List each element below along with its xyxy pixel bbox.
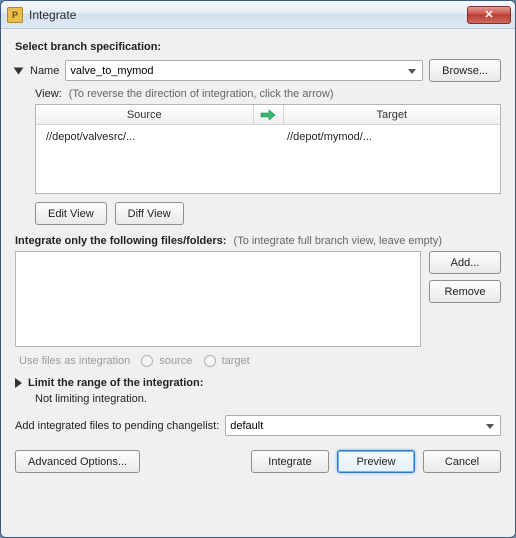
changelist-value: default — [230, 420, 263, 432]
col-source[interactable]: Source — [36, 105, 254, 124]
changelist-row: Add integrated files to pending changeli… — [15, 415, 501, 436]
reverse-direction-button[interactable] — [254, 105, 284, 124]
view-buttons: Edit View Diff View — [35, 202, 501, 225]
radio-target-label: target — [222, 355, 250, 367]
files-buttons: Add... Remove — [429, 251, 501, 303]
branch-name-combo[interactable]: valve_to_mymod — [65, 60, 423, 81]
view-label: View: — [35, 88, 62, 100]
branch-view-table: Source Target //depot/valvesrc/... //dep… — [35, 104, 501, 194]
limit-heading: Limit the range of the integration: — [28, 377, 203, 389]
cell-source: //depot/valvesrc/... — [42, 129, 253, 145]
close-button[interactable]: ✕ — [467, 6, 511, 24]
limit-heading-row: Limit the range of the integration: — [15, 377, 501, 389]
view-row: View: (To reverse the direction of integ… — [35, 88, 501, 100]
branch-disclosure-icon[interactable] — [14, 67, 24, 74]
changelist-combo[interactable]: default — [225, 415, 501, 436]
radio-target — [204, 355, 216, 367]
diff-view-button[interactable]: Diff View — [115, 202, 184, 225]
cancel-button[interactable]: Cancel — [423, 450, 501, 473]
files-group: Add... Remove — [15, 251, 501, 347]
branch-name-label: Name — [30, 65, 59, 77]
radio-source — [141, 355, 153, 367]
col-target[interactable]: Target — [284, 105, 501, 124]
integrate-button[interactable]: Integrate — [251, 450, 329, 473]
dialog-button-row: Advanced Options... Integrate Preview Ca… — [15, 450, 501, 473]
table-row[interactable]: //depot/valvesrc/... //depot/mymod/... — [42, 129, 494, 145]
cell-arrow — [253, 129, 283, 145]
changelist-label: Add integrated files to pending changeli… — [15, 420, 219, 432]
remove-file-button[interactable]: Remove — [429, 280, 501, 303]
window-title: Integrate — [29, 8, 467, 22]
advanced-options-button[interactable]: Advanced Options... — [15, 450, 140, 473]
branch-spec-heading: Select branch specification: — [15, 41, 501, 53]
use-files-as-row: Use files as integration source target — [19, 355, 501, 367]
limit-status: Not limiting integration. — [35, 393, 501, 405]
table-body: //depot/valvesrc/... //depot/mymod/... — [36, 125, 500, 193]
view-hint: (To reverse the direction of integration… — [69, 88, 334, 100]
files-listbox[interactable] — [15, 251, 421, 347]
browse-button[interactable]: Browse... — [429, 59, 501, 82]
close-icon: ✕ — [484, 8, 493, 21]
radio-source-label: source — [159, 355, 192, 367]
branch-name-value: valve_to_mymod — [70, 65, 153, 77]
app-icon: P — [7, 7, 23, 23]
dialog-content: Select branch specification: Name valve_… — [1, 29, 515, 537]
cell-target: //depot/mymod/... — [283, 129, 494, 145]
limit-disclosure-icon[interactable] — [15, 378, 22, 388]
arrow-right-icon — [260, 109, 276, 121]
use-files-as-label: Use files as integration — [19, 355, 130, 367]
edit-view-button[interactable]: Edit View — [35, 202, 107, 225]
files-heading-row: Integrate only the following files/folde… — [15, 235, 501, 247]
integrate-dialog: P Integrate ✕ Select branch specificatio… — [0, 0, 516, 538]
title-bar[interactable]: P Integrate ✕ — [1, 1, 515, 29]
preview-button[interactable]: Preview — [337, 450, 415, 473]
files-heading: Integrate only the following files/folde… — [15, 235, 226, 247]
table-header: Source Target — [36, 105, 500, 125]
branch-name-row: Name valve_to_mymod Browse... — [15, 59, 501, 82]
files-hint: (To integrate full branch view, leave em… — [234, 235, 443, 247]
add-file-button[interactable]: Add... — [429, 251, 501, 274]
